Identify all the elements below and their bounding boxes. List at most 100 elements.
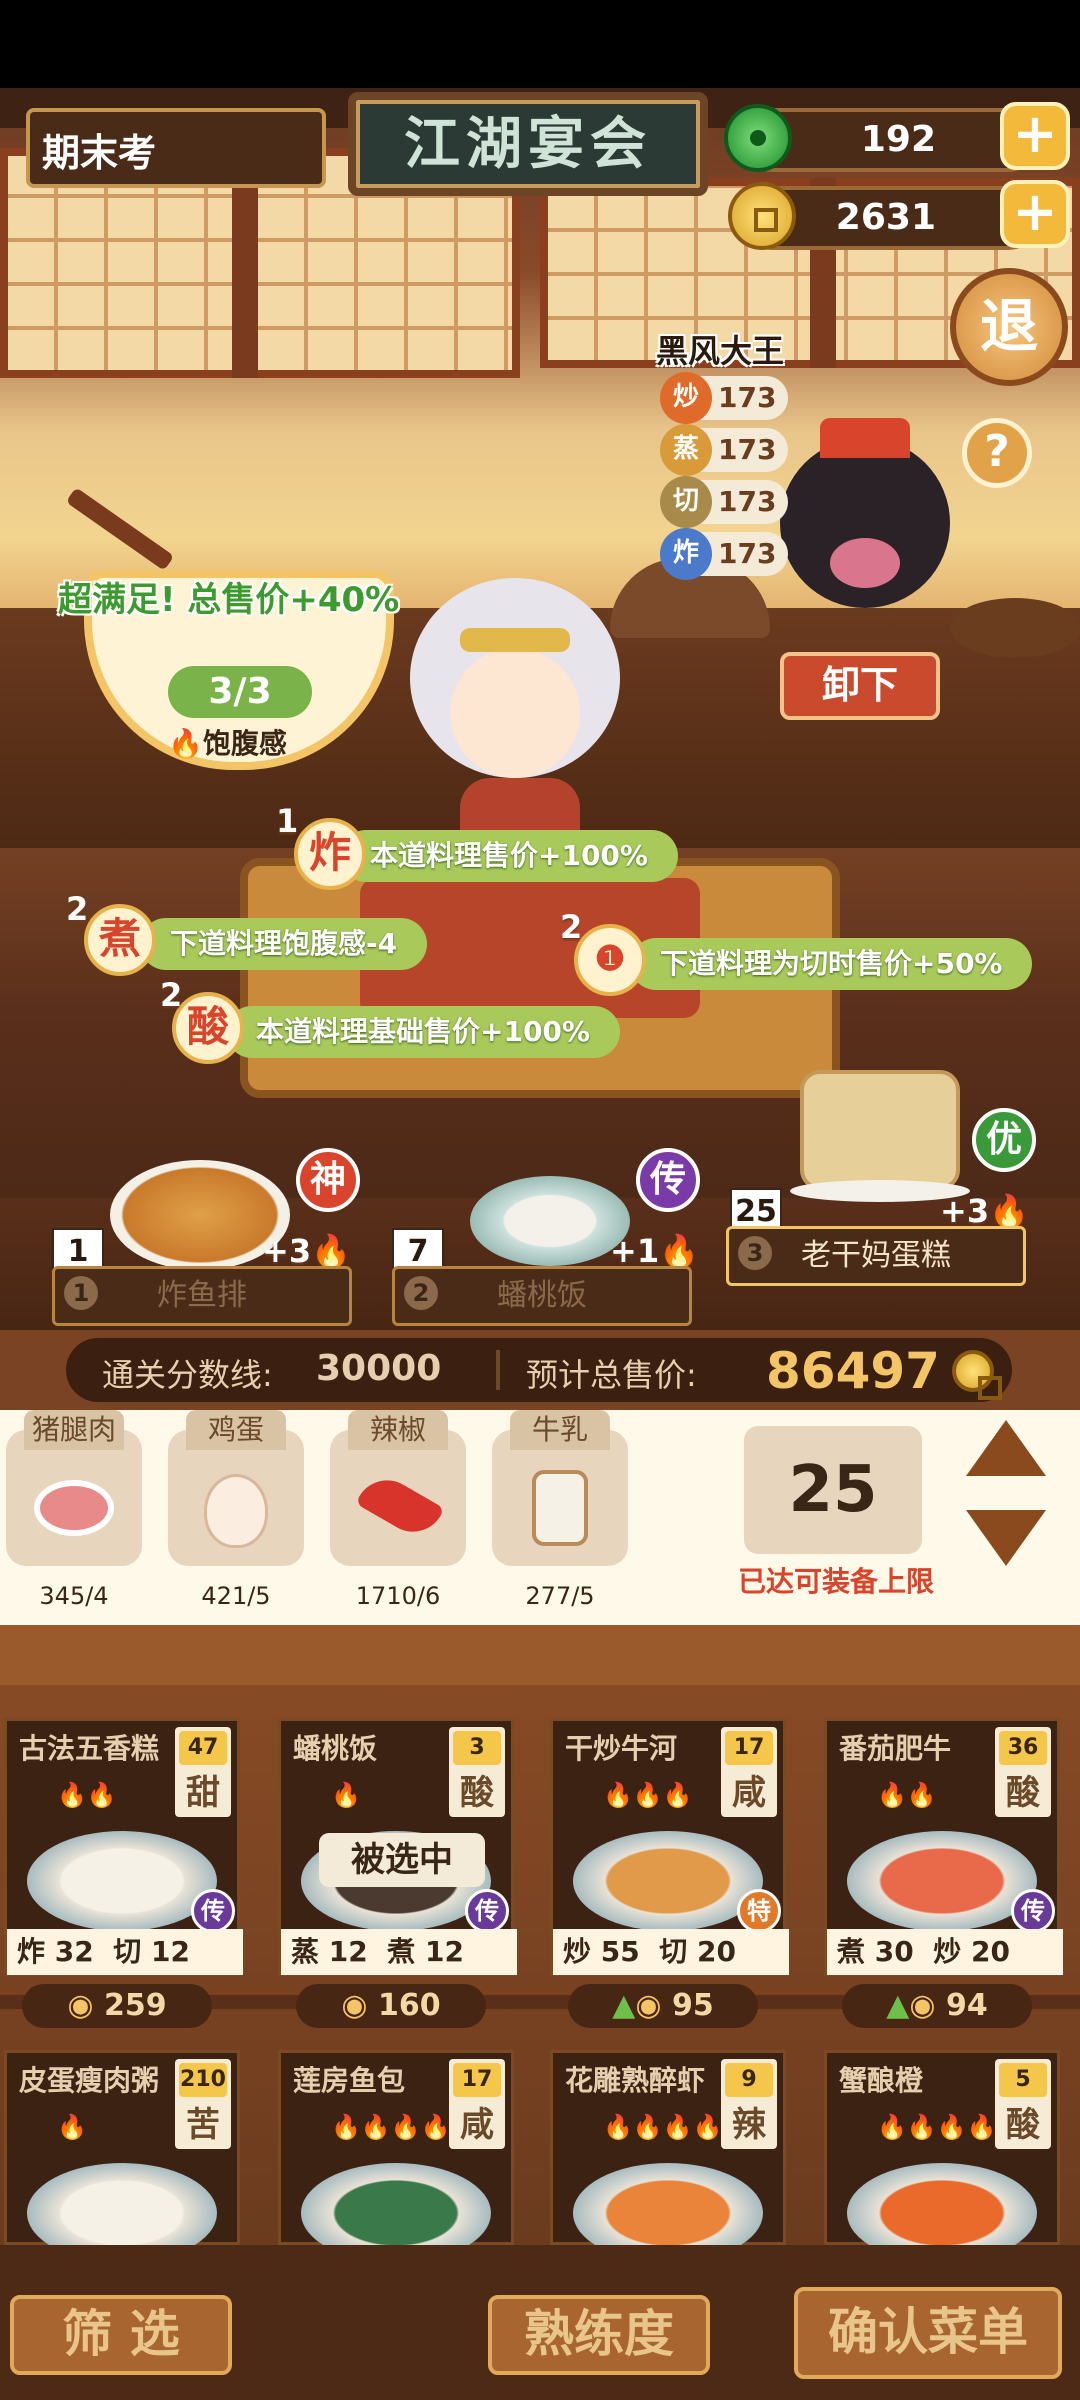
menu-card[interactable]: 番茄肥牛 36 酸 🔥🔥 传煮 30 炒 20	[824, 1718, 1063, 1976]
menu-card-qty: 17	[725, 1731, 773, 1765]
coin-icon	[728, 182, 796, 250]
banquet-title: 江湖宴会	[404, 111, 652, 177]
menu-card-taste: 咸	[732, 1773, 766, 1813]
menu-card[interactable]: 蟹酿橙 5 酸 🔥🔥🔥🔥	[824, 2050, 1060, 2263]
buff-badge: 酸	[172, 992, 244, 1064]
exit-button[interactable]: 退	[950, 268, 1068, 386]
scroll-up-button[interactable]	[966, 1420, 1046, 1476]
dish-icon	[573, 1831, 763, 1931]
buff-level: 1	[276, 802, 299, 840]
ingredient-milk[interactable]: 牛乳 277/5	[492, 1410, 628, 1610]
bonus-text: +3	[262, 1232, 312, 1270]
ingredient-count: 277/5	[525, 1582, 595, 1610]
stage-name: 期末考	[42, 131, 157, 175]
fire-icon: 🔥	[168, 727, 203, 760]
fire-level-icon: 🔥🔥	[57, 1781, 117, 1809]
filter-label: 筛 选	[62, 2304, 180, 2363]
fire-level-icon: 🔥	[331, 1781, 361, 1809]
tier-label: 传	[649, 1159, 686, 1200]
skill-2-value: 20	[697, 1935, 736, 1968]
menu-card[interactable]: 古法五香糕 47 甜 🔥🔥 传炸 32 切 12	[4, 1718, 243, 1976]
skill-1-value: 30	[874, 1935, 914, 1968]
ingredient-name: 辣椒	[348, 1410, 448, 1450]
satiety-fraction: 3/3	[168, 666, 312, 718]
filter-button[interactable]: 筛 选	[10, 2295, 232, 2375]
coin-icon: ◉	[67, 1988, 94, 2023]
coin-icon	[952, 1350, 1002, 1400]
scroll-down-button[interactable]	[966, 1510, 1046, 1566]
ingredient-name: 牛乳	[510, 1410, 610, 1450]
satiety-bonus: 超满足! 总售价+40%	[58, 580, 400, 620]
menu-card[interactable]: 干炒牛河 17 咸 🔥🔥🔥 特炒 55 切 20	[550, 1718, 789, 1976]
skill-1-value: 32	[54, 1935, 94, 1968]
menu-card-stats: 蒸 12 煮 12	[281, 1929, 517, 1975]
dish-name: 蟠桃饭	[497, 1278, 587, 1313]
menu-card-qty: 17	[453, 2063, 501, 2097]
status-bar	[0, 0, 1080, 88]
coin-icon: ◉	[909, 1988, 936, 2023]
fire-icon: 🔥	[311, 1232, 351, 1270]
menu-card-taste: 辣	[732, 2105, 766, 2145]
coin-count: 2631	[835, 197, 936, 238]
buff-level: 2	[66, 890, 89, 928]
slot-number: 1	[64, 1276, 98, 1310]
ingredient-egg[interactable]: 鸡蛋 421/5	[168, 1410, 304, 1610]
tier-badge-legend: 传	[636, 1148, 700, 1212]
skill-2: 煮	[387, 1935, 416, 1968]
ingredient-count: 345/4	[39, 1582, 109, 1610]
satiety-label: 饱腹感	[202, 727, 287, 760]
equip-count: 25	[788, 1453, 878, 1527]
menu-card-price: ◉ 160	[296, 1984, 486, 2028]
menu-card-tag: 9辣	[721, 2059, 777, 2149]
cut-icon: 切	[660, 476, 712, 528]
proficiency-button[interactable]: 熟练度	[488, 2295, 710, 2375]
sour-icon: 酸	[186, 1002, 229, 1051]
menu-card[interactable]: 蟠桃饭 3 酸 🔥 传蒸 12 煮 12 被选中	[278, 1718, 517, 1976]
buff-level: 2	[560, 908, 583, 946]
menu-card-qty: 5	[999, 2063, 1047, 2097]
tier-badge: 传	[1011, 1889, 1055, 1933]
deep-fry-icon: 炸	[308, 828, 351, 877]
menu-card-qty: 36	[999, 1731, 1047, 1765]
skill-2: 炒	[933, 1935, 962, 1968]
add-coin-button[interactable]: +	[1000, 180, 1070, 248]
opponent-stat-deep-fry: 炸 173	[660, 528, 788, 580]
menu-card-tag: 17 咸	[721, 1727, 777, 1817]
slot-number: 3	[738, 1236, 772, 1270]
confirm-menu-button[interactable]: 确认菜单	[794, 2287, 1062, 2379]
menu-card-taste: 酸	[1006, 2105, 1040, 2145]
menu-card[interactable]: 花雕熟醉虾 9 辣 🔥🔥🔥🔥	[550, 2050, 786, 2263]
ingredient-name: 鸡蛋	[186, 1410, 286, 1450]
price-up-arrow-icon: ▲	[612, 1988, 636, 2023]
opponent-stat-cut: 切 173	[660, 476, 788, 528]
threshold-label: 通关分数线:	[102, 1356, 273, 1394]
help-button[interactable]: ?	[962, 418, 1032, 488]
confirm-label: 确认菜单	[828, 2302, 1028, 2361]
menu-card[interactable]: 皮蛋瘦肉粥 210 苦 🔥	[4, 2050, 240, 2263]
dish-bonus: +1🔥	[610, 1232, 699, 1270]
menu-card-name: 番茄肥牛	[839, 1732, 952, 1765]
peach-rice-dish-icon	[470, 1176, 630, 1266]
menu-card-tag: 47 甜	[175, 1727, 231, 1817]
price-value: 94	[945, 1988, 988, 2023]
menu-card-stats: 煮 30 炒 20	[827, 1929, 1063, 1975]
skill-2-value: 20	[971, 1935, 1010, 1968]
score-bar-inner: 通关分数线: 30000 预计总售价: 86497	[66, 1338, 1012, 1402]
menu-card-name: 莲房鱼包	[293, 2064, 406, 2097]
skill-1: 蒸	[291, 1935, 320, 1968]
chopping-board	[950, 598, 1080, 658]
menu-card-name: 花雕熟醉虾	[565, 2064, 706, 2097]
ingredient-chili[interactable]: 辣椒 1710/6	[330, 1410, 466, 1610]
fire-level-icon: 🔥🔥	[877, 1781, 937, 1809]
menu-card-taste: 咸	[460, 2105, 494, 2145]
add-jade-button[interactable]: +	[1000, 102, 1070, 170]
menu-card-price: ◉ 259	[22, 1984, 212, 2028]
price-up-arrow-icon: ▲	[886, 1988, 910, 2023]
buff-pill: 本道料理售价+100%	[340, 830, 678, 882]
ingredient-pork[interactable]: 猪腿肉 345/4	[6, 1410, 142, 1610]
unload-button[interactable]: 卸下	[780, 652, 940, 720]
proficiency-label: 熟练度	[524, 2304, 674, 2363]
opponent-name: 黑风大王	[656, 332, 785, 370]
menu-card[interactable]: 莲房鱼包 17 咸 🔥🔥🔥🔥	[278, 2050, 514, 2263]
bonus-text: +3	[940, 1192, 990, 1230]
